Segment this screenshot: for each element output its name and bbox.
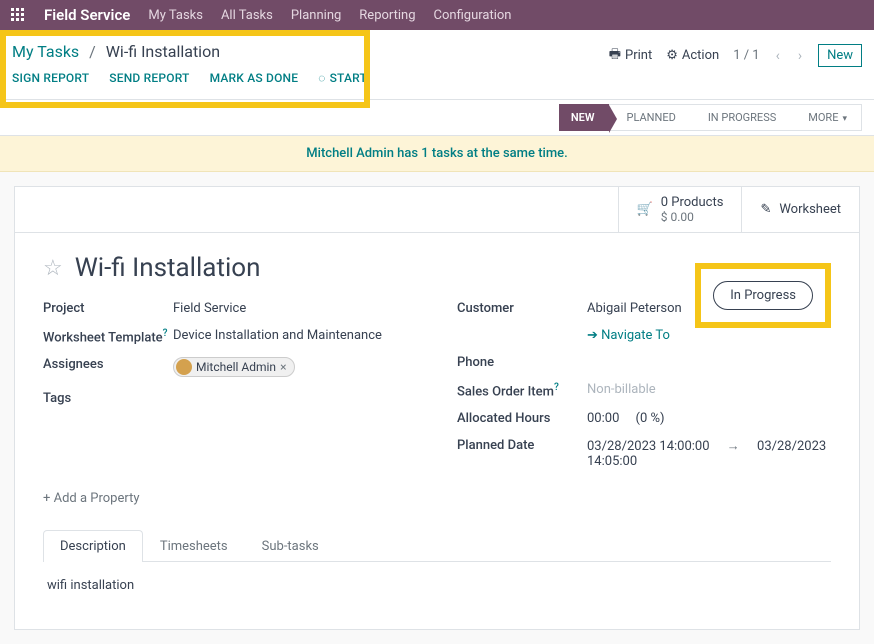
allocated-hours-value[interactable]: 00:00 (0 %): [587, 411, 831, 426]
planned-start[interactable]: 03/28/2023 14:00:00: [587, 439, 710, 454]
app-brand[interactable]: Field Service: [44, 6, 130, 24]
nav-reporting[interactable]: Reporting: [359, 8, 415, 23]
breadcrumb-separator: /: [89, 42, 96, 61]
clock-icon: ◌: [318, 71, 325, 85]
assignees-label: Assignees: [43, 357, 173, 372]
worksheet-button[interactable]: ✎ Worksheet: [741, 187, 859, 232]
arrow-right-sep-icon: →: [713, 439, 754, 454]
control-panel: My Tasks / Wi-fi Installation SIGN REPOR…: [0, 30, 874, 100]
products-amount: $ 0.00: [661, 210, 724, 224]
status-arrow: NEW PLANNED IN PROGRESS MORE ▾: [560, 104, 862, 131]
worksheet-label: Worksheet: [779, 202, 841, 217]
project-label: Project: [43, 301, 173, 316]
sales-order-item-label: Sales Order Item?: [457, 382, 587, 399]
form-col-left: Project Field Service Worksheet Template…: [43, 301, 417, 481]
breadcrumb-current: Wi-fi Installation: [106, 42, 220, 61]
tab-subtasks[interactable]: Sub-tasks: [245, 530, 336, 562]
form-card: 🛒 0 Products $ 0.00 ✎ Worksheet ☆ Wi-fi …: [14, 186, 860, 630]
action-label: Action: [682, 48, 719, 63]
worksheet-template-label-text: Worksheet Template: [43, 330, 163, 345]
assignee-tag[interactable]: Mitchell Admin ×: [173, 357, 295, 377]
pencil-icon: ✎: [760, 202, 771, 217]
start-label: START: [330, 71, 367, 85]
task-title[interactable]: Wi-fi Installation: [75, 253, 261, 283]
customer-label: Customer: [457, 301, 587, 316]
sales-order-item-value[interactable]: Non-billable: [587, 382, 831, 397]
worksheet-template-value[interactable]: Device Installation and Maintenance: [173, 328, 417, 343]
header-right: 🖶 Print ⚙ Action 1 / 1 ‹ › New: [609, 36, 862, 67]
worksheet-template-label: Worksheet Template?: [43, 328, 173, 345]
send-report-button[interactable]: SEND REPORT: [109, 71, 189, 85]
arrow-right-icon: ➔: [587, 328, 598, 343]
help-icon[interactable]: ?: [163, 328, 168, 339]
content-wrap: 🛒 0 Products $ 0.00 ✎ Worksheet ☆ Wi-fi …: [0, 172, 874, 644]
tags-label: Tags: [43, 391, 173, 406]
pager-next[interactable]: ›: [796, 48, 804, 64]
phone-label: Phone: [457, 355, 587, 370]
form-col-right: Customer Abigail Peterson ➔ Navigate To: [457, 301, 831, 481]
nav-configuration[interactable]: Configuration: [434, 8, 512, 23]
card-body: ☆ Wi-fi Installation In Progress Project…: [15, 233, 859, 629]
planned-date-label: Planned Date: [457, 438, 587, 453]
status-more-label: MORE: [808, 111, 838, 124]
start-button[interactable]: ◌ START: [318, 71, 367, 85]
action-menu-button[interactable]: ⚙ Action: [666, 48, 719, 63]
allocated-hours-label: Allocated Hours: [457, 411, 587, 426]
assignees-value[interactable]: Mitchell Admin ×: [173, 357, 417, 379]
products-count: 0 Products: [661, 195, 724, 210]
nav-planning[interactable]: Planning: [291, 8, 341, 23]
print-icon: 🖶: [609, 45, 621, 67]
star-icon[interactable]: ☆: [43, 256, 63, 281]
description-content[interactable]: wifi installation: [43, 562, 831, 609]
status-more[interactable]: MORE ▾: [790, 104, 862, 131]
tab-description[interactable]: Description: [43, 530, 143, 562]
status-in-progress[interactable]: IN PROGRESS: [690, 104, 791, 131]
pager: 1 / 1: [733, 48, 759, 63]
tab-timesheets[interactable]: Timesheets: [143, 530, 245, 562]
add-property-label: Add a Property: [54, 491, 140, 506]
plus-icon: +: [43, 491, 50, 506]
project-value[interactable]: Field Service: [173, 301, 417, 316]
top-navbar: Field Service My Tasks All Tasks Plannin…: [0, 0, 874, 30]
gear-icon: ⚙: [666, 48, 678, 63]
alloc-pct: (0 %): [636, 411, 665, 426]
caret-down-icon: ▾: [842, 114, 847, 124]
action-buttons: SIGN REPORT SEND REPORT MARK AS DONE ◌ ST…: [12, 71, 367, 93]
planned-date-value[interactable]: 03/28/2023 14:00:00 → 03/28/2023 14:05:0…: [587, 438, 831, 469]
add-property-button[interactable]: + Add a Property: [43, 491, 831, 506]
mark-done-button[interactable]: MARK AS DONE: [210, 71, 299, 85]
status-badge[interactable]: In Progress: [713, 281, 813, 310]
products-button[interactable]: 🛒 0 Products $ 0.00: [618, 187, 742, 232]
status-badge-highlight: In Progress: [695, 263, 831, 328]
sign-report-button[interactable]: SIGN REPORT: [12, 71, 89, 85]
pager-prev[interactable]: ‹: [774, 48, 782, 64]
form-grid: Project Field Service Worksheet Template…: [43, 301, 831, 481]
pager-text[interactable]: 1 / 1: [733, 48, 759, 63]
assignee-name: Mitchell Admin: [196, 360, 276, 374]
breadcrumb: My Tasks / Wi-fi Installation: [12, 36, 367, 71]
card-top-buttons: 🛒 0 Products $ 0.00 ✎ Worksheet: [15, 187, 859, 233]
cart-icon: 🛒: [637, 202, 653, 217]
avatar-icon: [176, 359, 192, 375]
breadcrumb-parent[interactable]: My Tasks: [12, 42, 79, 61]
warning-banner: Mitchell Admin has 1 tasks at the same t…: [0, 136, 874, 172]
status-planned[interactable]: PLANNED: [609, 104, 691, 131]
status-new[interactable]: NEW: [559, 104, 610, 131]
apps-icon[interactable]: [10, 7, 26, 23]
nav-my-tasks[interactable]: My Tasks: [148, 8, 203, 23]
help-icon-soi[interactable]: ?: [554, 382, 559, 393]
nav-all-tasks[interactable]: All Tasks: [221, 8, 273, 23]
print-label: Print: [625, 48, 652, 63]
tabs: Description Timesheets Sub-tasks: [43, 530, 831, 562]
navigate-link[interactable]: ➔ Navigate To: [587, 328, 670, 343]
status-bar: NEW PLANNED IN PROGRESS MORE ▾: [0, 100, 874, 136]
print-button[interactable]: 🖶 Print: [609, 45, 652, 67]
alloc-hours: 00:00: [587, 411, 619, 426]
remove-tag-icon[interactable]: ×: [280, 360, 286, 374]
navigate-label: Navigate To: [601, 328, 670, 343]
new-button[interactable]: New: [818, 44, 862, 67]
soi-label-text: Sales Order Item: [457, 384, 554, 399]
